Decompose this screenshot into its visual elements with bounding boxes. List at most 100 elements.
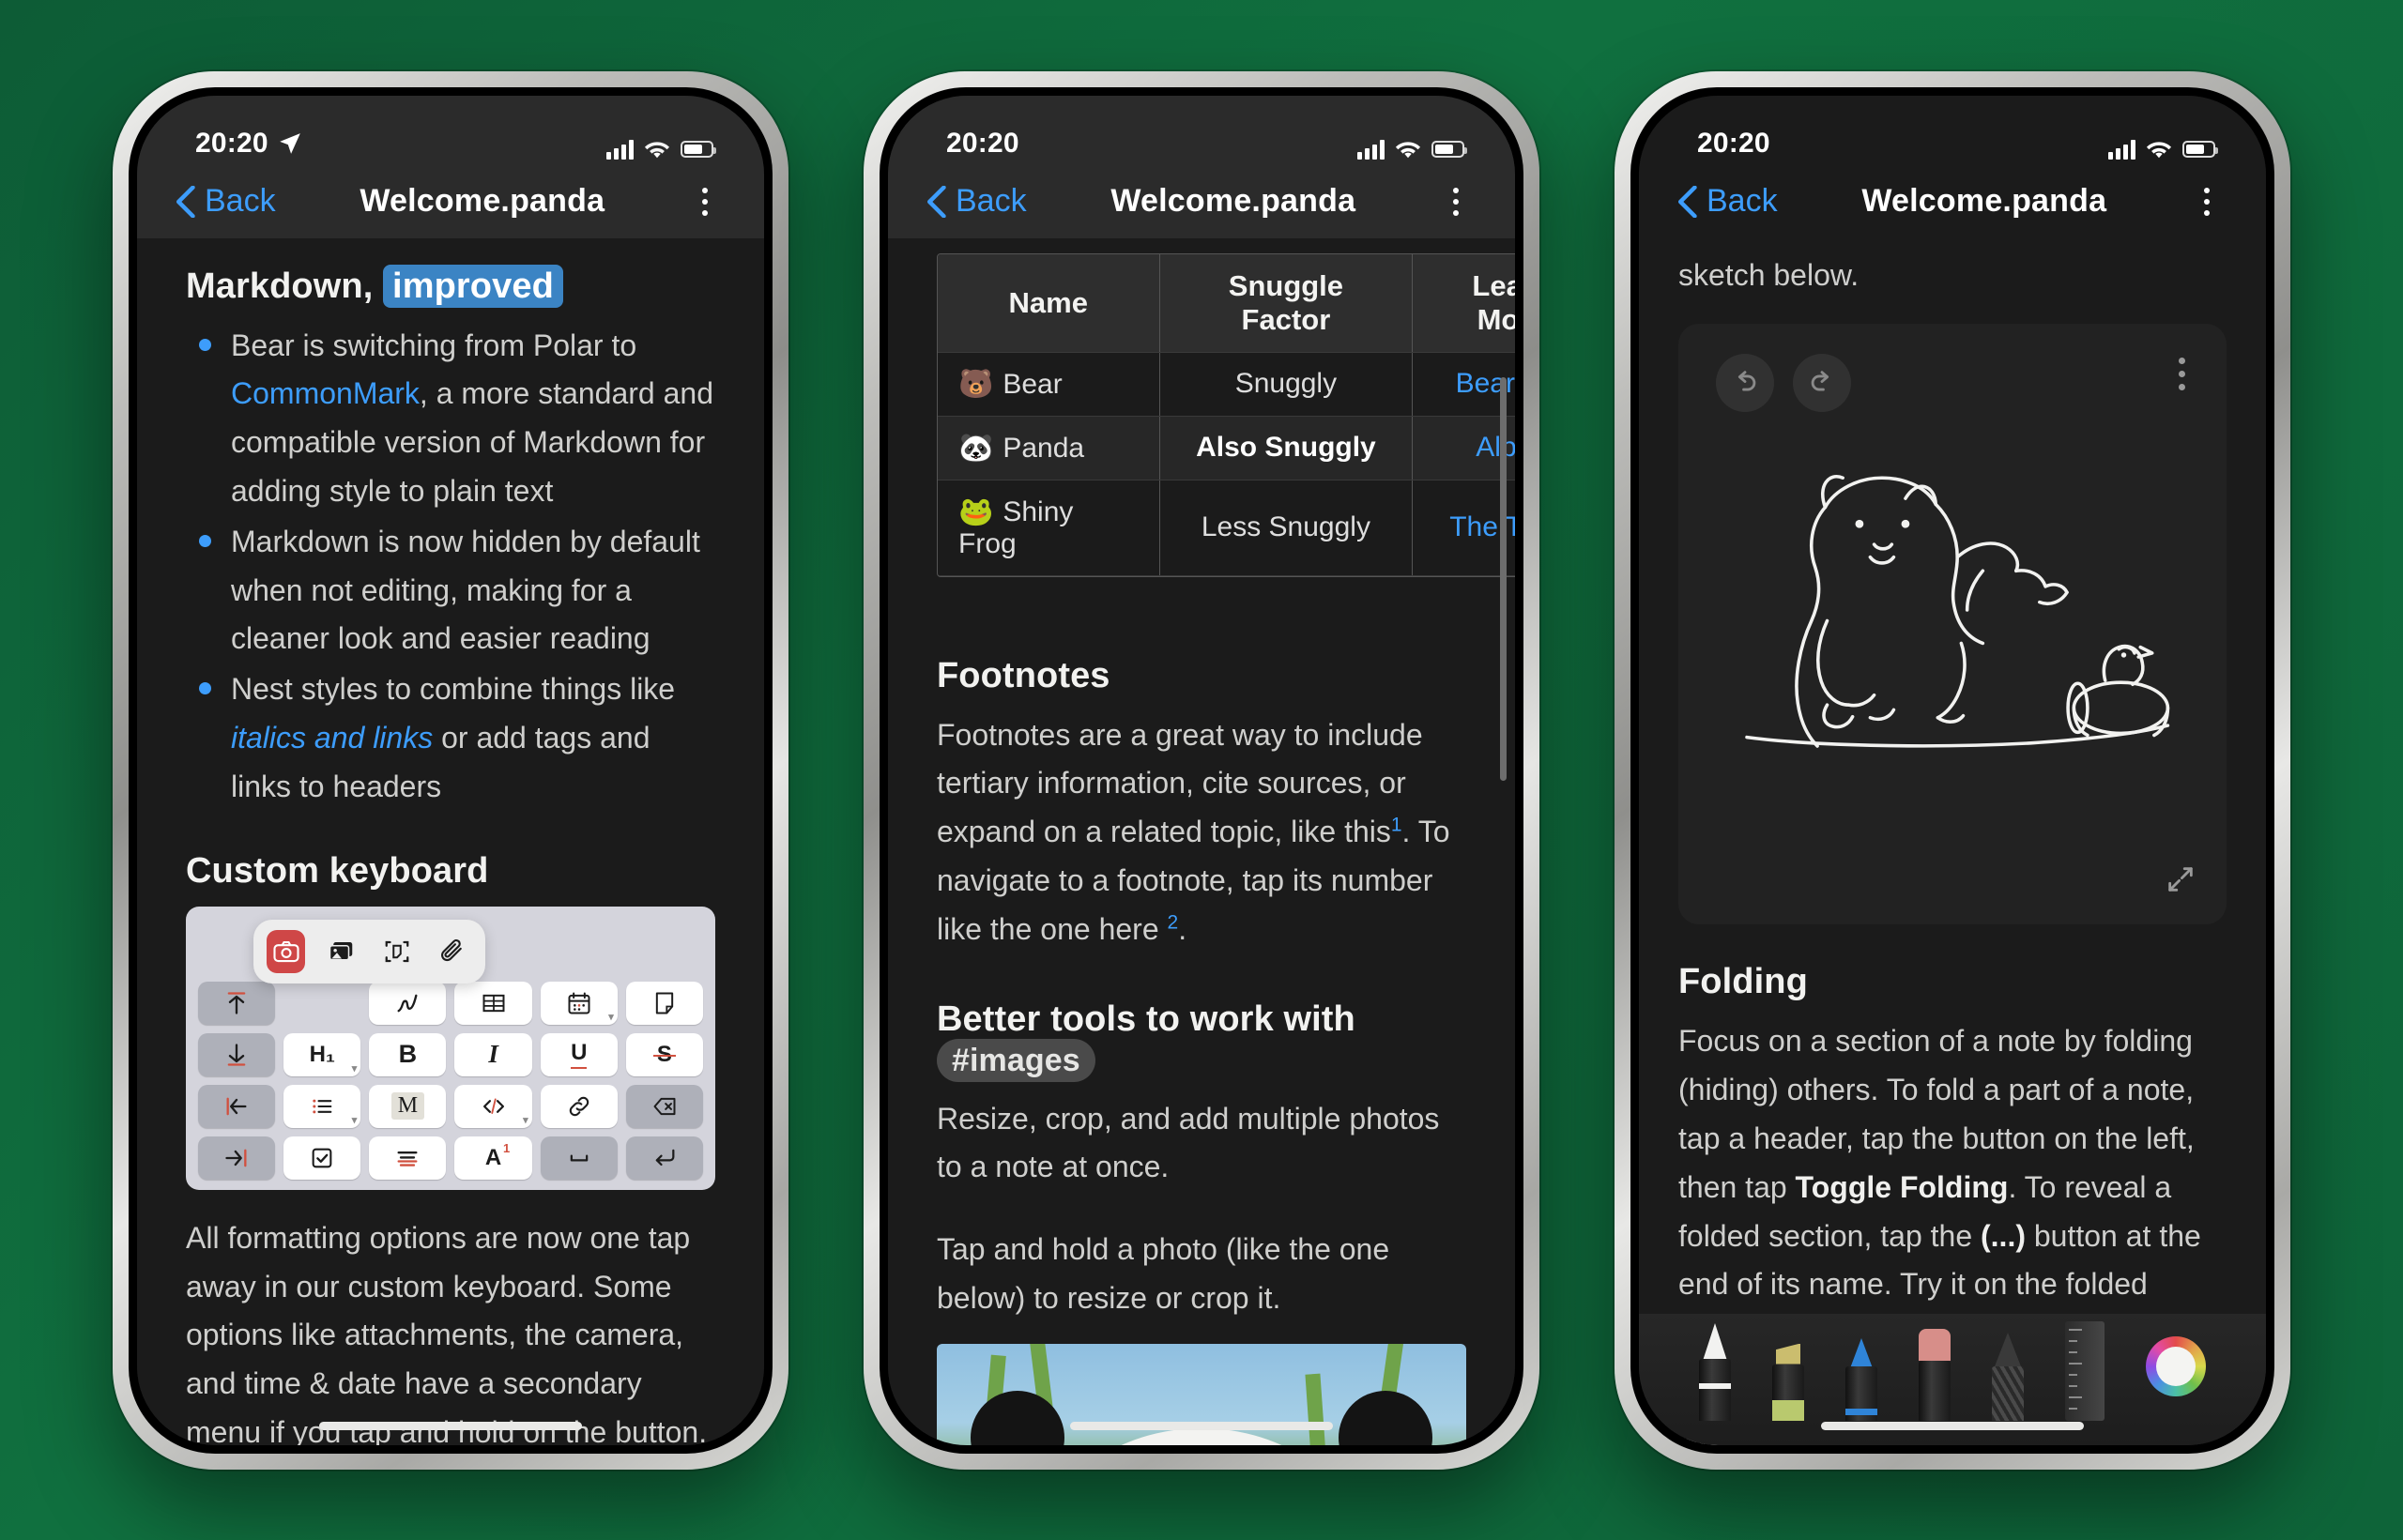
scrollbar-thumb[interactable] [1500, 376, 1507, 781]
backspace-icon[interactable] [625, 1084, 703, 1128]
pen-tool[interactable] [1699, 1322, 1731, 1421]
scribble-icon[interactable] [369, 981, 447, 1025]
status-right [2108, 139, 2218, 160]
table-icon[interactable] [454, 981, 532, 1025]
heading-key[interactable]: H₁ ▾ [283, 1032, 361, 1076]
status-time: 20:20 [946, 127, 1019, 159]
camera-icon[interactable] [267, 929, 306, 973]
back-button[interactable]: Back [926, 183, 1027, 220]
cell-factor: Less Snuggly [1159, 480, 1414, 576]
status-time: 20:20 [1697, 127, 1770, 159]
status-bar: 20:20 [888, 95, 1515, 165]
chevron-left-icon [1677, 185, 1697, 218]
chevron-left-icon [926, 185, 946, 218]
ruler-tool[interactable] [2065, 1306, 2105, 1421]
keyboard-body-text: All formatting options are now one tap a… [186, 1220, 708, 1445]
dropdown-caret: ▾ [351, 1114, 358, 1126]
move-line-down-icon[interactable] [198, 1032, 276, 1076]
folding-paragraph: Focus on a section of a note by folding … [1639, 1017, 2266, 1358]
highlighter-tool[interactable] [1772, 1319, 1804, 1421]
phone-1: 20:20 Back Welcome.panda Markdown, impro… [113, 70, 788, 1470]
back-button[interactable]: Back [175, 183, 276, 220]
jump-line-end-icon[interactable] [198, 1136, 276, 1180]
row-name: Panda [1003, 432, 1085, 464]
phone-2-screen: 20:20 Back Welcome.panda Name Snuggle Fa… [888, 95, 1515, 1445]
bullet-text-pre: Bear is switching from Polar to [231, 328, 637, 362]
images-text-1: Resize, crop, and add multiple photos to… [937, 1101, 1440, 1184]
footnotes-text-a: Footnotes are a great way to include ter… [937, 717, 1423, 849]
checkbox-icon[interactable] [283, 1136, 361, 1180]
quote-icon[interactable] [369, 1136, 447, 1180]
cell-name: 🐻 Bear [938, 352, 1160, 417]
dropdown-caret: ▾ [608, 1011, 614, 1023]
images-text-2: Tap and hold a photo (like the one below… [937, 1232, 1390, 1316]
bullet-text-pre: Nest styles to combine things like [231, 672, 676, 707]
cell-name: 🐼 Panda [938, 416, 1160, 480]
strikethrough-key[interactable]: S [625, 1032, 703, 1076]
color-wheel[interactable] [2146, 1335, 2206, 1396]
back-label: Back [205, 183, 276, 219]
note-body-2[interactable]: Name Snuggle Factor Learn More 🐻 Bear Snu… [888, 237, 1515, 1445]
home-indicator[interactable] [1070, 1421, 1333, 1430]
commonmark-link[interactable]: CommonMark [231, 376, 420, 410]
home-indicator[interactable] [1821, 1421, 2084, 1430]
return-icon[interactable] [625, 1136, 703, 1180]
more-options-button[interactable] [2191, 180, 2223, 223]
move-line-up-icon[interactable] [198, 981, 276, 1025]
th-learn-more: Learn More [1412, 253, 1515, 353]
phone-3-screen: 20:20 Back Welcome.panda sketch below. F… [1639, 95, 2266, 1445]
underline-key[interactable]: U [540, 1032, 618, 1076]
photos-icon[interactable] [322, 930, 360, 973]
status-right [606, 139, 716, 160]
snuggle-table[interactable]: Name Snuggle Factor Learn More 🐻 Bear Snu… [937, 252, 1515, 577]
chevron-left-icon [176, 185, 195, 218]
eraser-tool[interactable] [1919, 1308, 1951, 1421]
jump-line-start-icon[interactable] [198, 1084, 276, 1128]
document-scanner-icon[interactable] [378, 930, 417, 973]
back-label: Back [956, 183, 1027, 219]
cellular-signal-icon [606, 139, 634, 160]
cell-factor: Snuggly [1159, 352, 1414, 417]
note-body-1[interactable]: Markdown, improved Bear is switching fro… [137, 237, 764, 1445]
code-icon[interactable]: ▾ [454, 1084, 532, 1128]
paperclip-icon[interactable] [434, 930, 472, 973]
nav-bar: Back Welcome.panda [1639, 164, 2266, 238]
home-indicator[interactable] [319, 1421, 582, 1430]
status-right [1357, 139, 1467, 160]
phone-3: 20:20 Back Welcome.panda sketch below. F… [1615, 70, 2290, 1470]
note-icon[interactable] [625, 981, 703, 1025]
footnote-ref-2[interactable]: 2 [1168, 911, 1179, 933]
back-label: Back [1707, 183, 1778, 219]
italics-and-links-link[interactable]: italics and links [231, 721, 433, 755]
sketch-more-button[interactable] [2179, 358, 2185, 391]
table-row: 🐻Bear Snuggly Bear.app [938, 352, 1515, 417]
custom-keyboard-image[interactable]: ▾ H₁ ▾ B I U S ▾ M ▾ A 1 [186, 906, 715, 1190]
space-icon[interactable] [540, 1136, 618, 1180]
phone-2: 20:20 Back Welcome.panda Name Snuggle Fa… [864, 70, 1539, 1470]
markdown-key[interactable]: M [369, 1084, 447, 1128]
dropdown-caret: ▾ [523, 1114, 528, 1126]
note-body-3[interactable]: sketch below. Folding Focus on a section… [1639, 237, 2266, 1445]
heading-highlight: improved [383, 264, 563, 308]
footnote-ref-1[interactable]: 1 [1391, 815, 1402, 836]
more-options-button[interactable] [689, 180, 721, 223]
italic-key[interactable]: I [454, 1032, 532, 1076]
phone-1-bezel: 20:20 Back Welcome.panda Markdown, impro… [129, 86, 773, 1454]
more-options-button[interactable] [1440, 180, 1472, 223]
lasso-tool[interactable] [1992, 1312, 2024, 1421]
marker-tool[interactable] [1845, 1321, 1877, 1421]
back-button[interactable]: Back [1676, 183, 1778, 220]
bullet-list-icon[interactable]: ▾ [283, 1084, 361, 1128]
toggle-folding-bold: Toggle Folding [1795, 1169, 2009, 1204]
keyboard-grid[interactable]: ▾ H₁ ▾ B I U S ▾ M ▾ A 1 [198, 981, 703, 1180]
attachment-popup[interactable] [253, 919, 485, 983]
calendar-icon[interactable]: ▾ [540, 981, 618, 1025]
images-tag[interactable]: #images [937, 1038, 1095, 1082]
footnotes-paragraph: Footnotes are a great way to include ter… [937, 711, 1466, 954]
sketch-canvas[interactable] [1678, 324, 2227, 925]
cell-name: 🐸 Shiny Frog [938, 480, 1160, 576]
bold-key[interactable]: B [369, 1032, 447, 1076]
expand-icon[interactable] [2165, 863, 2196, 900]
text-style-key[interactable]: A1 [454, 1136, 532, 1180]
link-icon[interactable] [540, 1084, 618, 1128]
